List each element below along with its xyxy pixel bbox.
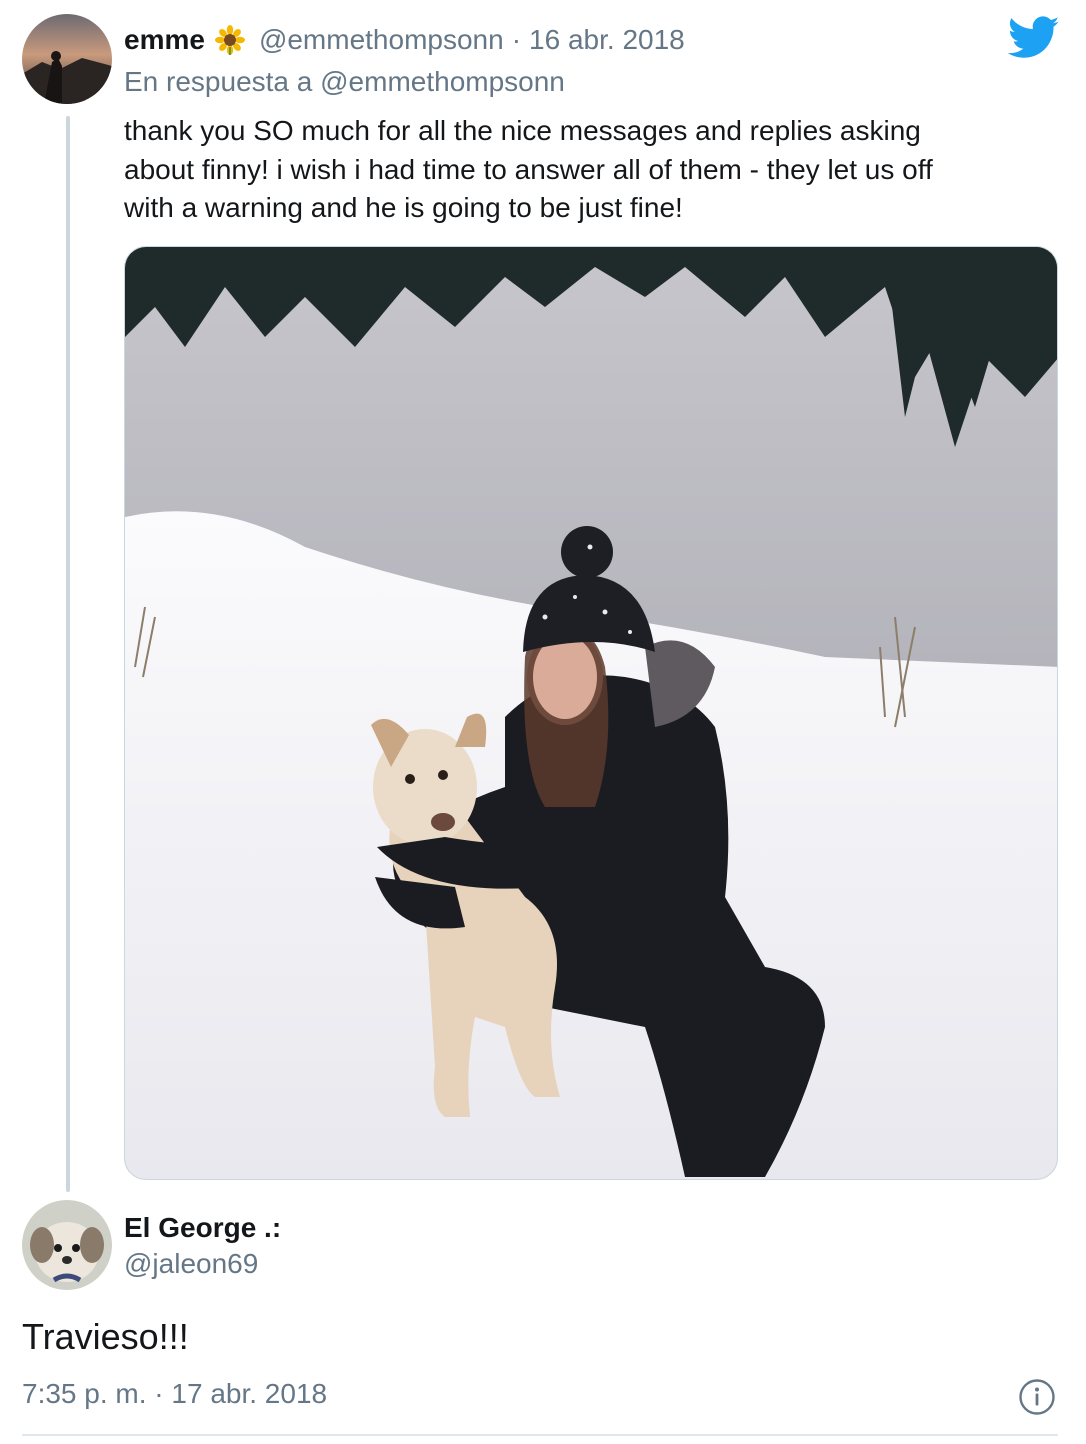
- sunflower-icon: [214, 25, 245, 55]
- reply-author-name[interactable]: El George .:: [124, 1212, 281, 1244]
- tweet-photo[interactable]: [124, 246, 1058, 1180]
- divider: [22, 1434, 1058, 1436]
- reply-author-handle[interactable]: @jaleon69: [124, 1248, 258, 1280]
- tweet-date[interactable]: 16 abr. 2018: [529, 24, 685, 56]
- author-name[interactable]: emme: [124, 24, 205, 56]
- separator-dot: ·: [511, 24, 522, 55]
- tweet-text-line: about finny! i wish i had time to answer…: [124, 153, 933, 185]
- reply-timestamp[interactable]: 7:35 p. m. · 17 abr. 2018: [22, 1378, 327, 1410]
- thread-line: [66, 116, 70, 1192]
- tweet-text-line: thank you SO much for all the nice messa…: [124, 115, 921, 146]
- avatar-el-george[interactable]: [22, 1200, 112, 1290]
- info-icon[interactable]: [1018, 1378, 1056, 1416]
- author-handle[interactable]: @emmethompsonn: [259, 24, 504, 56]
- reply-tweet-text: Travieso!!!: [22, 1316, 189, 1357]
- twitter-bird-icon[interactable]: [1007, 16, 1060, 60]
- tweet-text-line: with a warning and he is going to be jus…: [124, 192, 683, 223]
- tweet-header: emme @emmethompsonn · 16 abr. 2018: [124, 22, 685, 58]
- tweet-text: thank you SO much for all the nice messa…: [124, 112, 1044, 228]
- reply-to-label[interactable]: En respuesta a @emmethompsonn: [124, 66, 565, 98]
- avatar-emme[interactable]: [22, 14, 112, 104]
